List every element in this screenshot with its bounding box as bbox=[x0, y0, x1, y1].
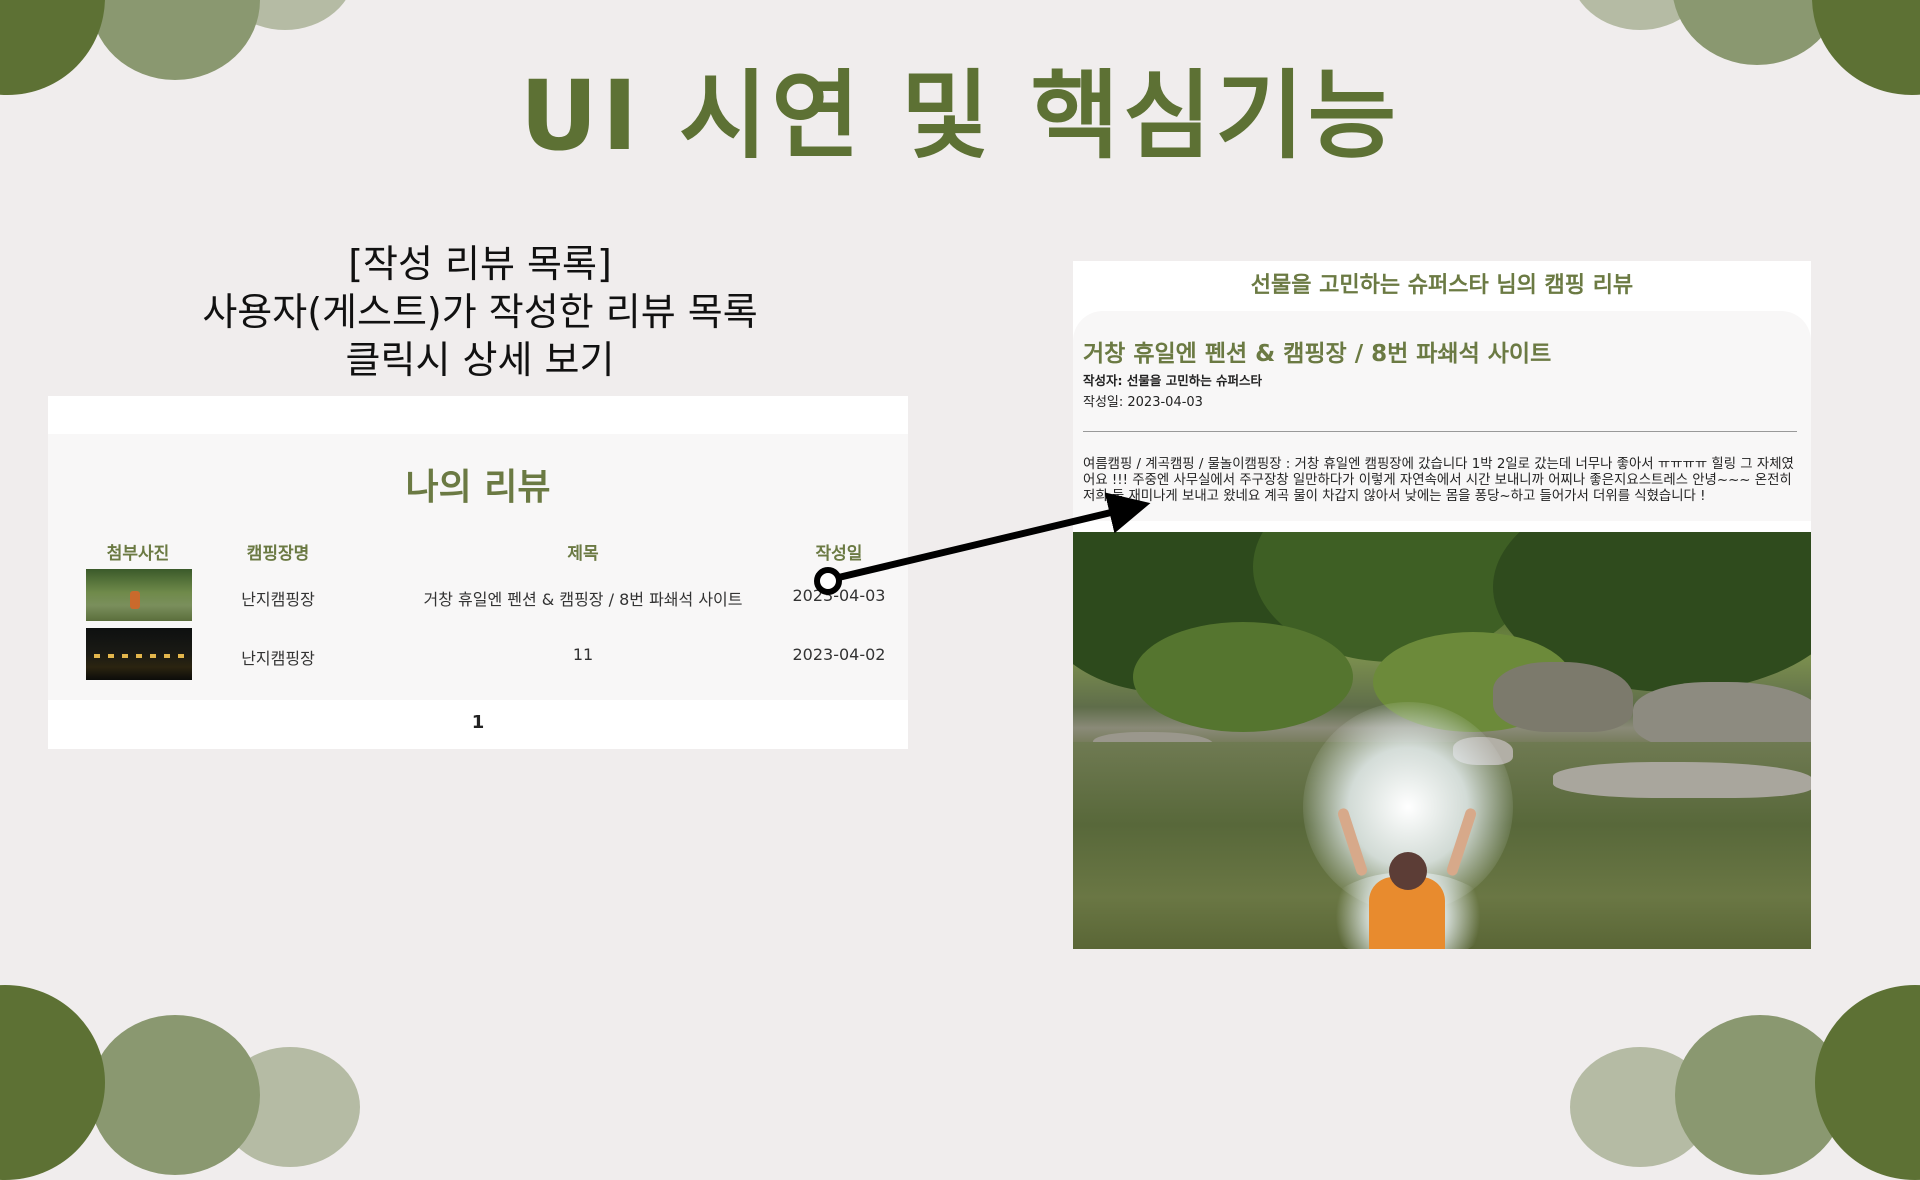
divider bbox=[1083, 431, 1797, 432]
review-title-link[interactable]: 11 bbox=[368, 645, 798, 664]
review-camp-name[interactable]: 난지캠핑장 bbox=[218, 645, 338, 669]
caption-line: 사용자(게스트)가 작성한 리뷰 목록 bbox=[202, 290, 758, 334]
column-header-photo: 첨부사진 bbox=[106, 544, 170, 564]
review-thumbnail[interactable] bbox=[86, 628, 192, 680]
review-thumbnail[interactable] bbox=[86, 569, 192, 621]
review-date[interactable]: 2023-04-02 bbox=[774, 645, 904, 664]
review-list-panel: 나의 리뷰 첨부사진 캠핑장명 제목 작성일 난지캠핑장 거창 휴일엔 펜션 &… bbox=[48, 396, 908, 749]
column-header-title: 제목 bbox=[567, 544, 599, 564]
review-camp-name[interactable]: 난지캠핑장 bbox=[218, 586, 338, 610]
slide-title: UI 시연 및 핵심기능 bbox=[519, 60, 1401, 172]
decor-circle bbox=[90, 1015, 260, 1175]
detail-body: 여름캠핑 / 계곡캠핑 / 물놀이캠핑장 : 거창 휴일엔 캠핑장에 갔습니다 … bbox=[1083, 457, 1794, 504]
detail-author: 작성자: 선물을 고민하는 슈퍼스타 bbox=[1083, 373, 1263, 388]
review-list-title: 나의 리뷰 bbox=[405, 467, 551, 508]
decor-circle bbox=[1815, 985, 1920, 1180]
caption-line: [작성 리뷰 목록] bbox=[348, 242, 612, 286]
column-header-camp: 캠핑장명 bbox=[246, 544, 310, 564]
column-header-date: 작성일 bbox=[815, 544, 863, 564]
pagination-page[interactable]: 1 bbox=[48, 712, 908, 733]
caption-line: 클릭시 상세 보기 bbox=[345, 338, 615, 382]
review-detail-panel: 선물을 고민하는 슈퍼스타 님의 캠핑 리뷰 거창 휴일엔 펜션 & 캠핑장 /… bbox=[1073, 261, 1811, 949]
caption: [작성 리뷰 목록] 사용자(게스트)가 작성한 리뷰 목록 클릭시 상세 보기 bbox=[120, 240, 840, 384]
review-title-link[interactable]: 거창 휴일엔 펜션 & 캠핑장 / 8번 파쇄석 사이트 bbox=[368, 586, 798, 610]
review-photo bbox=[1073, 532, 1811, 949]
review-date[interactable]: 2023-04-03 bbox=[774, 586, 904, 605]
detail-header: 선물을 고민하는 슈퍼스타 님의 캠핑 리뷰 bbox=[1250, 273, 1634, 298]
detail-title: 거창 휴일엔 펜션 & 캠핑장 / 8번 파쇄석 사이트 bbox=[1083, 341, 1552, 367]
detail-date: 작성일: 2023-04-03 bbox=[1083, 395, 1203, 410]
decor-circle bbox=[0, 985, 105, 1180]
